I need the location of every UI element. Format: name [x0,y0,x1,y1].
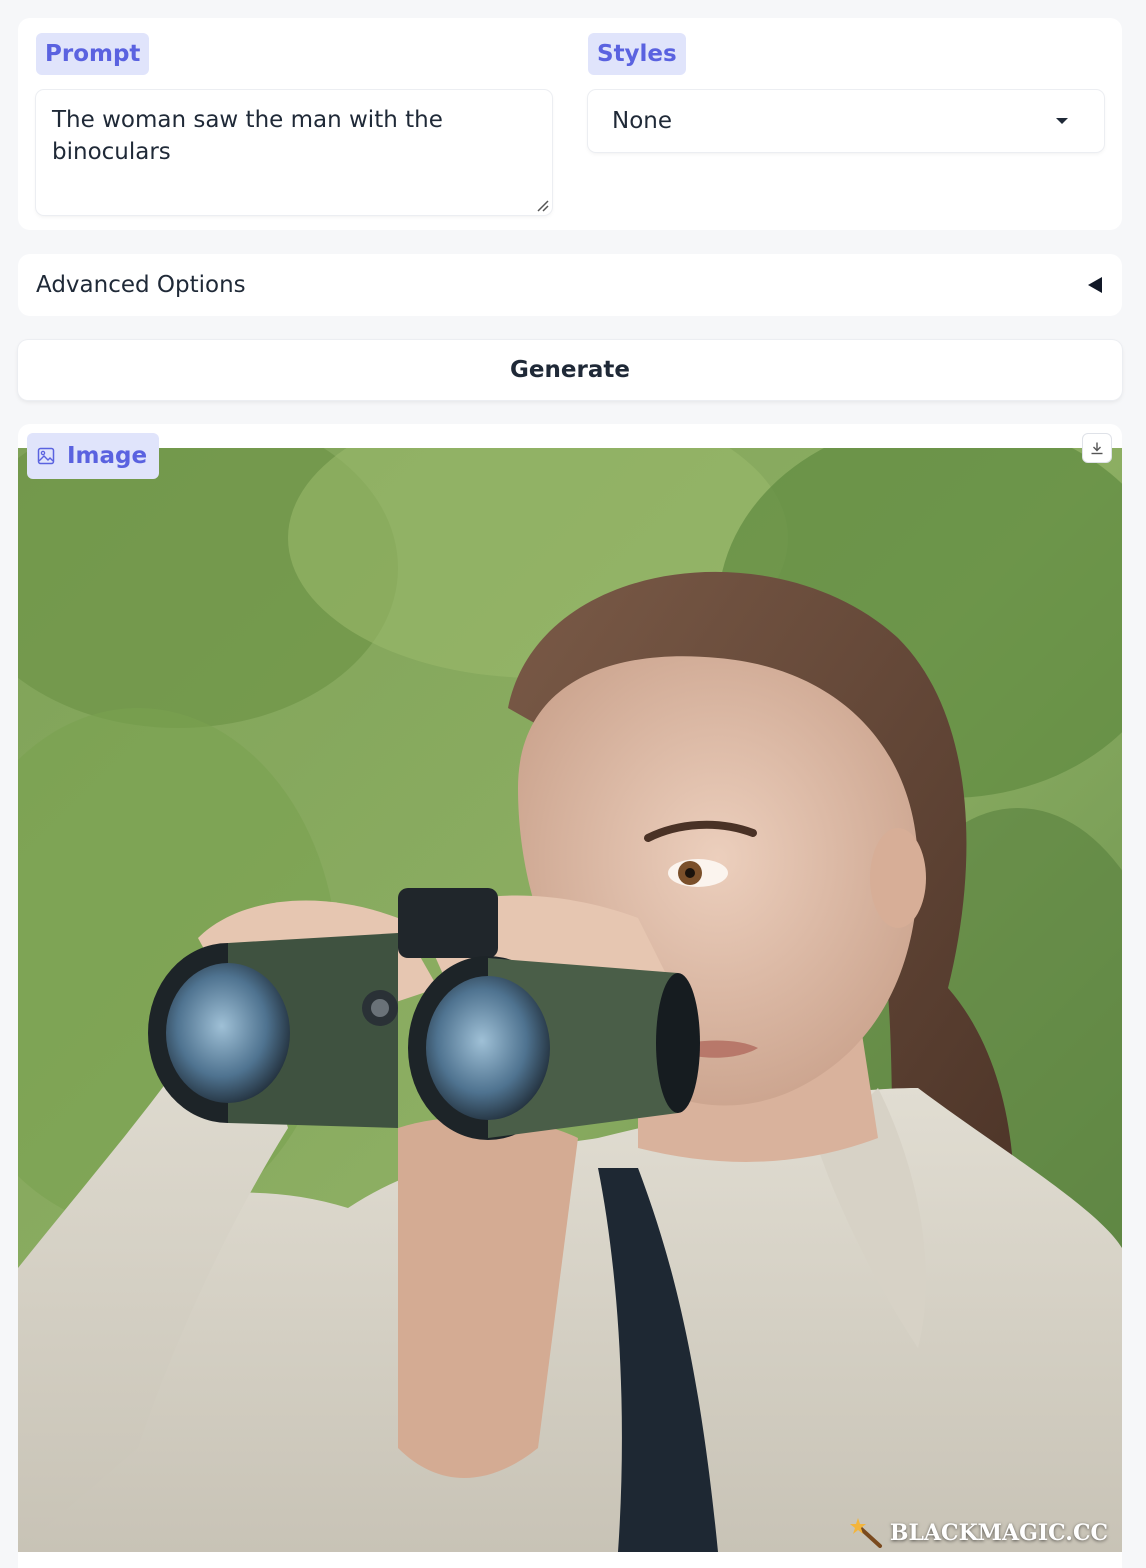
image-label-chip: Image [27,433,160,479]
watermark: BLACKMAGIC.CC [849,1518,1108,1548]
chevron-down-icon [1056,118,1068,124]
magic-wand-icon [849,1518,882,1548]
download-icon [1091,442,1103,455]
output-image-panel: Image BLACKMAGIC.CC [18,424,1122,1568]
generated-photo [18,448,1122,1552]
image-icon [37,447,55,465]
advanced-options-label: Advanced Options [36,272,246,298]
prompt-panel: Prompt The woman saw the man with the bi… [18,18,1122,230]
resize-handle-icon[interactable] [535,198,549,212]
styles-label: Styles [588,33,686,75]
advanced-options-accordion[interactable]: Advanced Options [18,254,1122,316]
image-label: Image [67,443,148,469]
prompt-textarea[interactable]: The woman saw the man with the binocular… [36,90,552,215]
styles-selected-value: None [612,108,673,134]
generated-image[interactable]: BLACKMAGIC.CC [18,448,1122,1552]
watermark-text: BLACKMAGIC.CC [889,1520,1108,1546]
prompt-label: Prompt [36,33,150,75]
prompt-text: The woman saw the man with the binocular… [52,107,443,165]
triangle-left-icon [1088,277,1102,293]
download-button[interactable] [1082,433,1112,463]
generate-button[interactable]: Generate [18,340,1122,400]
styles-dropdown[interactable]: None [588,90,1104,152]
